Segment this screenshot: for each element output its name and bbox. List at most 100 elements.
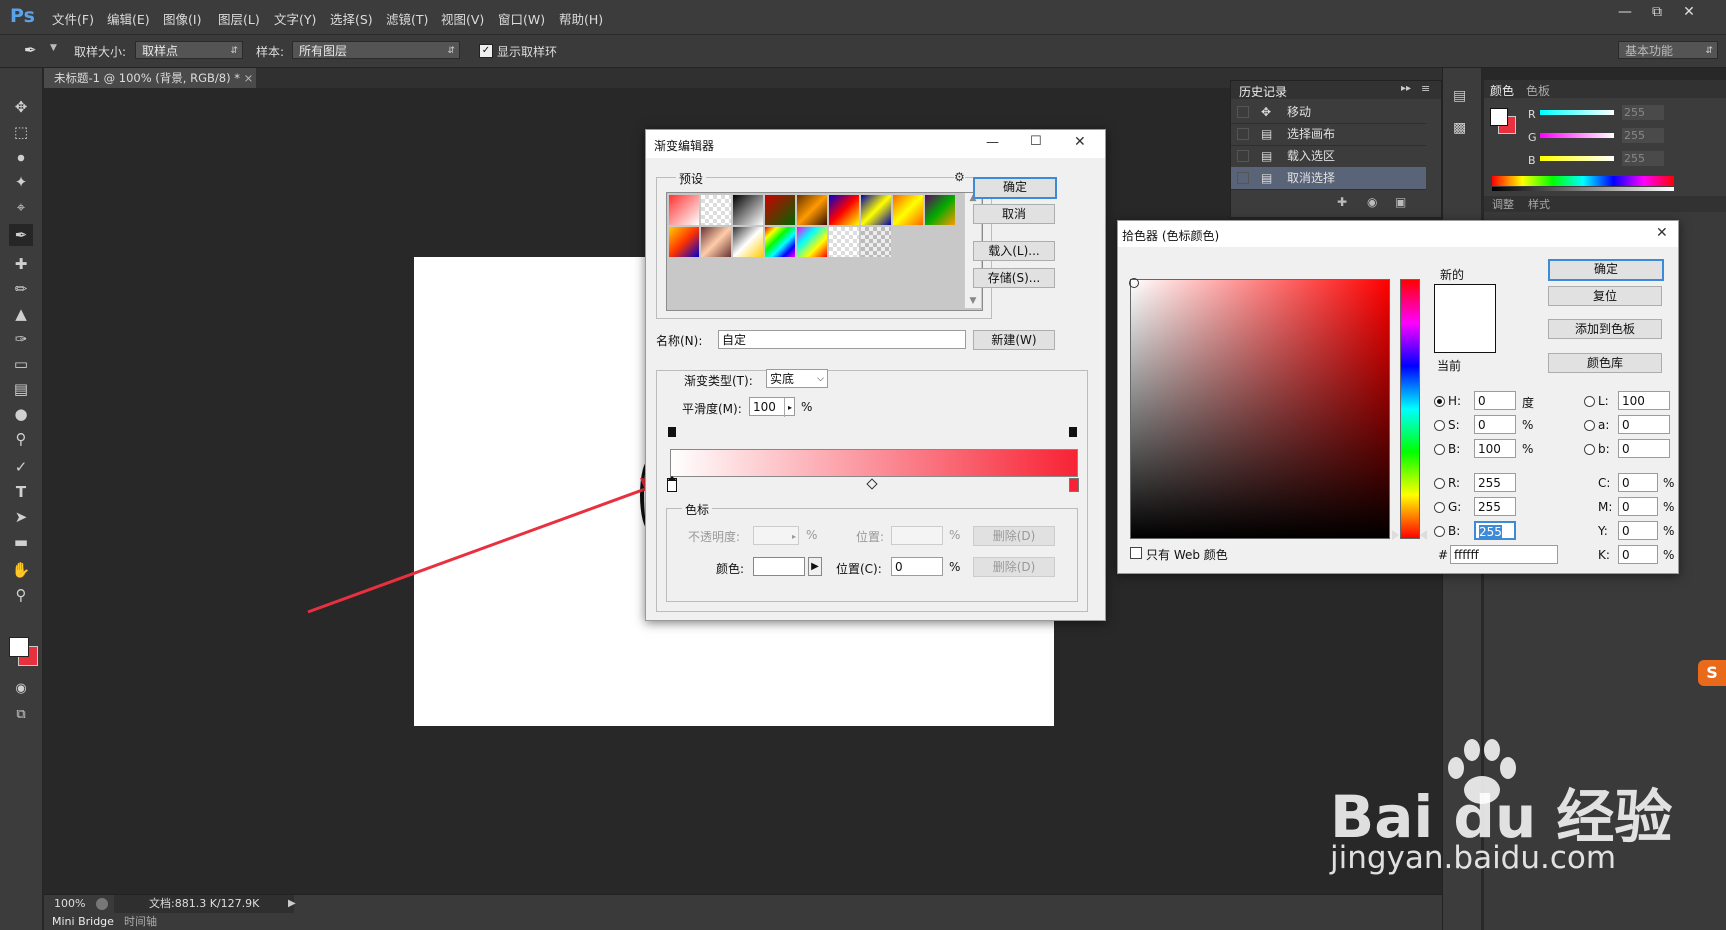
status-menu-arrow-icon[interactable]: ▶ bbox=[288, 895, 296, 913]
preset-swatch[interactable] bbox=[829, 227, 859, 257]
show-ring-checkbox[interactable]: ✓ bbox=[479, 44, 493, 58]
eyedropper-icon[interactable]: ✒ bbox=[24, 41, 44, 61]
k-input[interactable]: 0 bbox=[1618, 545, 1658, 564]
menu-help[interactable]: 帮助(H) bbox=[559, 9, 603, 28]
preset-swatch[interactable] bbox=[861, 227, 891, 257]
dodge-tool-icon[interactable]: ⚲ bbox=[9, 428, 33, 450]
color-field-cursor[interactable] bbox=[1129, 278, 1139, 288]
stop-color-swatch[interactable] bbox=[753, 557, 805, 576]
color-location-input[interactable]: 0 bbox=[891, 557, 943, 576]
trash-icon[interactable]: ▣ bbox=[1395, 195, 1406, 209]
blue-radio[interactable] bbox=[1434, 526, 1445, 537]
preset-swatch[interactable] bbox=[701, 195, 731, 225]
preset-swatch[interactable] bbox=[893, 195, 923, 225]
color-libraries-button[interactable]: 颜色库 bbox=[1548, 353, 1662, 373]
close-icon[interactable]: ✕ bbox=[1656, 225, 1668, 241]
preset-swatch[interactable] bbox=[797, 227, 827, 257]
quick-select-tool-icon[interactable]: ✦ bbox=[9, 171, 33, 193]
sample-size-select[interactable]: 取样点 ⇵ bbox=[135, 41, 243, 59]
b-radio[interactable] bbox=[1434, 444, 1445, 455]
chevron-down-icon[interactable]: ▼ bbox=[50, 43, 57, 53]
hue-slider-left-arrow[interactable] bbox=[1392, 530, 1399, 540]
workspace-select[interactable]: 基本功能 ⇵ bbox=[1618, 41, 1718, 59]
preset-swatch[interactable] bbox=[765, 227, 795, 257]
color-stop-right[interactable] bbox=[1069, 478, 1079, 492]
preset-swatch[interactable] bbox=[797, 195, 827, 225]
collapse-icon[interactable]: ▸▸ bbox=[1401, 83, 1411, 94]
current-color-swatch[interactable] bbox=[1434, 318, 1496, 353]
channel-g-slider[interactable] bbox=[1540, 133, 1614, 138]
menu-select[interactable]: 选择(S) bbox=[330, 9, 373, 28]
pen-tool-icon[interactable]: ✓ bbox=[9, 456, 33, 478]
blue-input[interactable]: 255 bbox=[1474, 521, 1516, 540]
opacity-stop-right[interactable] bbox=[1069, 427, 1077, 437]
r-radio[interactable] bbox=[1434, 478, 1445, 489]
history-brush-tool-icon[interactable]: ✑ bbox=[9, 328, 33, 350]
stamp-tool-icon[interactable]: ▲ bbox=[9, 303, 33, 325]
load-button[interactable]: 载入(L)... bbox=[973, 241, 1055, 261]
eyedropper-tool-icon[interactable]: ✒ bbox=[9, 224, 33, 246]
preset-swatch[interactable] bbox=[829, 195, 859, 225]
marquee-tool-icon[interactable]: ⬚ bbox=[9, 121, 33, 143]
close-icon[interactable]: ✕ bbox=[1074, 134, 1086, 150]
web-only-checkbox[interactable] bbox=[1130, 547, 1142, 559]
styles-tab[interactable]: 样式 bbox=[1528, 196, 1550, 212]
move-tool-icon[interactable]: ✥ bbox=[9, 96, 33, 118]
crop-tool-icon[interactable]: ⌖ bbox=[9, 196, 33, 218]
brush-tool-icon[interactable]: ✏ bbox=[9, 278, 33, 300]
menu-edit[interactable]: 编辑(E) bbox=[107, 9, 150, 28]
menu-filter[interactable]: 滤镜(T) bbox=[386, 9, 428, 28]
healing-brush-tool-icon[interactable]: ✚ bbox=[9, 253, 33, 275]
b-input[interactable]: 100 bbox=[1474, 439, 1516, 458]
status-info-icon[interactable] bbox=[96, 898, 108, 910]
presets-grid[interactable] bbox=[666, 192, 983, 311]
type-select[interactable]: 实底 ⌵ bbox=[766, 369, 828, 388]
gradient-tool-icon[interactable]: ▤ bbox=[9, 378, 33, 400]
channel-r-value[interactable]: 255 bbox=[1622, 105, 1664, 120]
history-item-selected[interactable]: ▤ 取消选择 bbox=[1231, 167, 1426, 190]
zoom-level[interactable]: 100% bbox=[54, 895, 85, 913]
add-to-swatches-button[interactable]: 添加到色板 bbox=[1548, 319, 1662, 339]
color-tab[interactable]: 颜色 bbox=[1490, 82, 1514, 99]
maximize-icon[interactable]: ☐ bbox=[1030, 134, 1042, 149]
channel-b-value[interactable]: 255 bbox=[1622, 151, 1664, 166]
ok-button[interactable]: 确定 bbox=[1548, 259, 1664, 281]
lasso-tool-icon[interactable]: ⦁ bbox=[9, 146, 33, 168]
smoothness-input[interactable]: 100 ▸ bbox=[749, 397, 795, 417]
color-menu-arrow-icon[interactable]: ▶ bbox=[808, 557, 822, 576]
y-input[interactable]: 0 bbox=[1618, 521, 1658, 540]
cancel-button[interactable]: 取消 bbox=[973, 204, 1055, 224]
channel-r-slider[interactable] bbox=[1540, 110, 1614, 115]
g-radio[interactable] bbox=[1434, 502, 1445, 513]
preset-swatch[interactable] bbox=[669, 227, 699, 257]
properties-panel-icon[interactable]: ▩ bbox=[1453, 120, 1471, 138]
foreground-color-swatch[interactable] bbox=[1490, 108, 1508, 126]
g-input[interactable]: 255 bbox=[1474, 497, 1516, 516]
gear-icon[interactable]: ⚙ bbox=[954, 170, 965, 184]
document-tab[interactable]: 未标题-1 @ 100% (背景, RGB/8) * × bbox=[44, 68, 256, 88]
hue-slider-right-arrow[interactable] bbox=[1420, 530, 1427, 540]
reset-button[interactable]: 复位 bbox=[1548, 286, 1662, 306]
history-title[interactable]: 历史记录 bbox=[1239, 83, 1287, 100]
save-button[interactable]: 存储(S)... bbox=[973, 268, 1055, 288]
preset-swatch[interactable] bbox=[861, 195, 891, 225]
quick-mask-icon[interactable]: ◉ bbox=[9, 678, 33, 700]
channel-b-slider[interactable] bbox=[1540, 156, 1614, 161]
menu-type[interactable]: 文字(Y) bbox=[274, 9, 316, 28]
path-select-tool-icon[interactable]: ➤ bbox=[9, 506, 33, 528]
camera-icon[interactable]: ◉ bbox=[1367, 195, 1377, 209]
opacity-stop-left[interactable] bbox=[668, 427, 676, 437]
eraser-tool-icon[interactable]: ▭ bbox=[9, 353, 33, 375]
color-spectrum-bar[interactable] bbox=[1492, 176, 1674, 186]
m-input[interactable]: 0 bbox=[1618, 497, 1658, 516]
restore-icon[interactable]: ⧉ bbox=[1644, 2, 1670, 22]
mini-bridge-tab[interactable]: Mini Bridge bbox=[52, 913, 114, 930]
hex-input[interactable]: ffffff bbox=[1450, 545, 1558, 564]
a-input[interactable]: 0 bbox=[1618, 415, 1670, 434]
menu-layer[interactable]: 图层(L) bbox=[218, 9, 260, 28]
hand-tool-icon[interactable]: ✋ bbox=[9, 559, 33, 581]
history-panel-icon[interactable]: ▤ bbox=[1453, 88, 1471, 106]
s-radio[interactable] bbox=[1434, 420, 1445, 431]
preset-swatch[interactable] bbox=[701, 227, 731, 257]
history-item[interactable]: ▤ 载入选区 bbox=[1231, 145, 1426, 168]
